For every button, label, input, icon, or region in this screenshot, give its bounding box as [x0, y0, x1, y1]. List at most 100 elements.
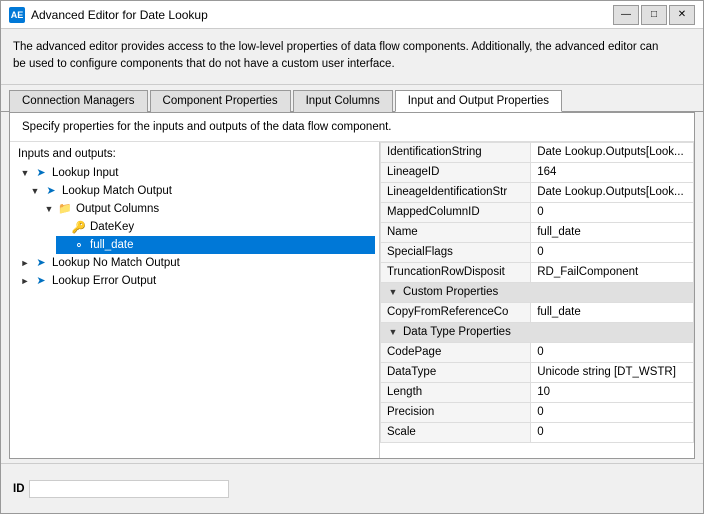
prop-row-length: Length 10: [381, 382, 694, 402]
prop-name-mapped-col: MappedColumnID: [381, 202, 531, 222]
tab-input-output-properties[interactable]: Input and Output Properties: [395, 90, 562, 112]
key-icon-datekey: 🔑: [71, 219, 87, 235]
tab-component-properties[interactable]: Component Properties: [150, 90, 291, 112]
maximize-button[interactable]: □: [641, 5, 667, 25]
window-controls: — □ ✕: [613, 5, 695, 25]
prop-value-precision[interactable]: 0: [531, 402, 694, 422]
prop-name-length: Length: [381, 382, 531, 402]
window-title: Advanced Editor for Date Lookup: [31, 8, 613, 22]
prop-value-lineage-id[interactable]: 164: [531, 162, 694, 182]
tree-label-no-match: Lookup No Match Output: [52, 257, 180, 269]
tree-label-full-date: full_date: [90, 239, 133, 251]
expander-lookup-match: ▼: [28, 184, 42, 198]
prop-name-scale: Scale: [381, 422, 531, 442]
prop-name-precision: Precision: [381, 402, 531, 422]
content-description: Specify properties for the inputs and ou…: [10, 113, 694, 142]
folder-icon-output-columns: 📁: [57, 201, 73, 217]
tree-label-output-columns: Output Columns: [76, 203, 159, 215]
prop-value-special-flags[interactable]: 0: [531, 242, 694, 262]
split-pane: Inputs and outputs: ▼ ➤ Lookup Input ▼ ➤…: [10, 142, 694, 459]
expander-output-columns: ▼: [42, 202, 56, 216]
prop-row-truncation: TruncationRowDisposit RD_FailComponent: [381, 262, 694, 282]
arrow-icon-error-output: ➤: [33, 273, 49, 289]
expander-lookup-input: ▼: [18, 166, 32, 180]
prop-value-truncation[interactable]: RD_FailComponent: [531, 262, 694, 282]
description-line2: be used to configure components that do …: [13, 58, 395, 70]
section-custom-header: ▼ Custom Properties: [387, 286, 687, 298]
prop-value-length[interactable]: 10: [531, 382, 694, 402]
prop-name-special-flags: SpecialFlags: [381, 242, 531, 262]
tree-item-datekey[interactable]: 🔑 DateKey: [56, 218, 375, 236]
tree-label-lookup-input: Lookup Input: [52, 167, 119, 179]
tabs-bar: Connection Managers Component Properties…: [1, 85, 703, 112]
tree-item-error-output[interactable]: ► ➤ Lookup Error Output: [18, 272, 375, 290]
close-button[interactable]: ✕: [669, 5, 695, 25]
prop-name-datatype: DataType: [381, 362, 531, 382]
prop-name-name: Name: [381, 222, 531, 242]
tree-item-lookup-match[interactable]: ▼ ➤ Lookup Match Output: [28, 182, 375, 200]
minimize-button[interactable]: —: [613, 5, 639, 25]
expander-full-date: [56, 238, 70, 252]
prop-value-name[interactable]: full_date: [531, 222, 694, 242]
arrow-icon-no-match: ➤: [33, 255, 49, 271]
expander-datekey: [56, 220, 70, 234]
description-area: The advanced editor provides access to t…: [1, 29, 703, 85]
prop-name-identification-string: IdentificationString: [381, 142, 531, 162]
prop-name-codepage: CodePage: [381, 342, 531, 362]
expander-no-match: ►: [18, 256, 32, 270]
prop-row-name: Name full_date: [381, 222, 694, 242]
prop-name-truncation: TruncationRowDisposit: [381, 262, 531, 282]
id-input[interactable]: [29, 480, 229, 498]
tree-item-full-date[interactable]: ⚬ full_date: [56, 236, 375, 254]
tree-label-error-output: Lookup Error Output: [52, 275, 156, 287]
prop-row-mapped-col: MappedColumnID 0: [381, 202, 694, 222]
prop-value-copy-from-ref[interactable]: full_date: [531, 302, 694, 322]
bottom-bar: ID: [1, 463, 703, 513]
tab-connection-managers[interactable]: Connection Managers: [9, 90, 148, 112]
prop-row-scale: Scale 0: [381, 422, 694, 442]
content-area: Specify properties for the inputs and ou…: [9, 112, 695, 460]
prop-row-special-flags: SpecialFlags 0: [381, 242, 694, 262]
prop-value-lineage-id-str[interactable]: Date Lookup.Outputs[Look...: [531, 182, 694, 202]
tree-label-lookup-match: Lookup Match Output: [62, 185, 172, 197]
prop-value-identification-string[interactable]: Date Lookup.Outputs[Look...: [531, 142, 694, 162]
tree-label-datekey: DateKey: [90, 221, 134, 233]
field-icon-full-date: ⚬: [71, 237, 87, 253]
section-data-type-header: ▼ Data Type Properties: [387, 326, 687, 338]
main-window: AE Advanced Editor for Date Lookup — □ ✕…: [0, 0, 704, 514]
tab-input-columns[interactable]: Input Columns: [293, 90, 393, 112]
description-line1: The advanced editor provides access to t…: [13, 41, 658, 53]
collapse-custom-icon[interactable]: ▼: [387, 286, 399, 298]
collapse-datatype-icon[interactable]: ▼: [387, 326, 399, 338]
prop-name-copy-from-ref: CopyFromReferenceCo: [381, 302, 531, 322]
arrow-icon-lookup-input: ➤: [33, 165, 49, 181]
tree-item-output-columns[interactable]: ▼ 📁 Output Columns: [42, 200, 375, 218]
properties-table: IdentificationString Date Lookup.Outputs…: [380, 142, 694, 443]
prop-name-lineage-id: LineageID: [381, 162, 531, 182]
tree-item-lookup-input[interactable]: ▼ ➤ Lookup Input: [18, 164, 375, 182]
app-icon: AE: [9, 7, 25, 23]
section-custom-label: Custom Properties: [403, 286, 498, 298]
expander-error-output: ►: [18, 274, 32, 288]
prop-value-mapped-col[interactable]: 0: [531, 202, 694, 222]
prop-row-copy-from-ref: CopyFromReferenceCo full_date: [381, 302, 694, 322]
prop-value-codepage[interactable]: 0: [531, 342, 694, 362]
tree-section-label: Inputs and outputs:: [14, 146, 375, 164]
section-custom-properties: ▼ Custom Properties: [381, 282, 694, 302]
prop-row-codepage: CodePage 0: [381, 342, 694, 362]
prop-value-datatype[interactable]: Unicode string [DT_WSTR]: [531, 362, 694, 382]
section-data-type-label: Data Type Properties: [403, 326, 511, 338]
bottom-input-row: ID: [9, 480, 695, 498]
arrow-icon-lookup-match: ➤: [43, 183, 59, 199]
prop-row-datatype: DataType Unicode string [DT_WSTR]: [381, 362, 694, 382]
prop-value-scale[interactable]: 0: [531, 422, 694, 442]
prop-row-lineage-id-str: LineageIdentificationStr Date Lookup.Out…: [381, 182, 694, 202]
title-bar: AE Advanced Editor for Date Lookup — □ ✕: [1, 1, 703, 29]
prop-row-identification-string: IdentificationString Date Lookup.Outputs…: [381, 142, 694, 162]
right-pane: IdentificationString Date Lookup.Outputs…: [380, 142, 694, 459]
tree-item-no-match[interactable]: ► ➤ Lookup No Match Output: [18, 254, 375, 272]
id-label: ID: [9, 483, 29, 495]
prop-row-precision: Precision 0: [381, 402, 694, 422]
left-pane: Inputs and outputs: ▼ ➤ Lookup Input ▼ ➤…: [10, 142, 380, 459]
prop-row-lineage-id: LineageID 164: [381, 162, 694, 182]
